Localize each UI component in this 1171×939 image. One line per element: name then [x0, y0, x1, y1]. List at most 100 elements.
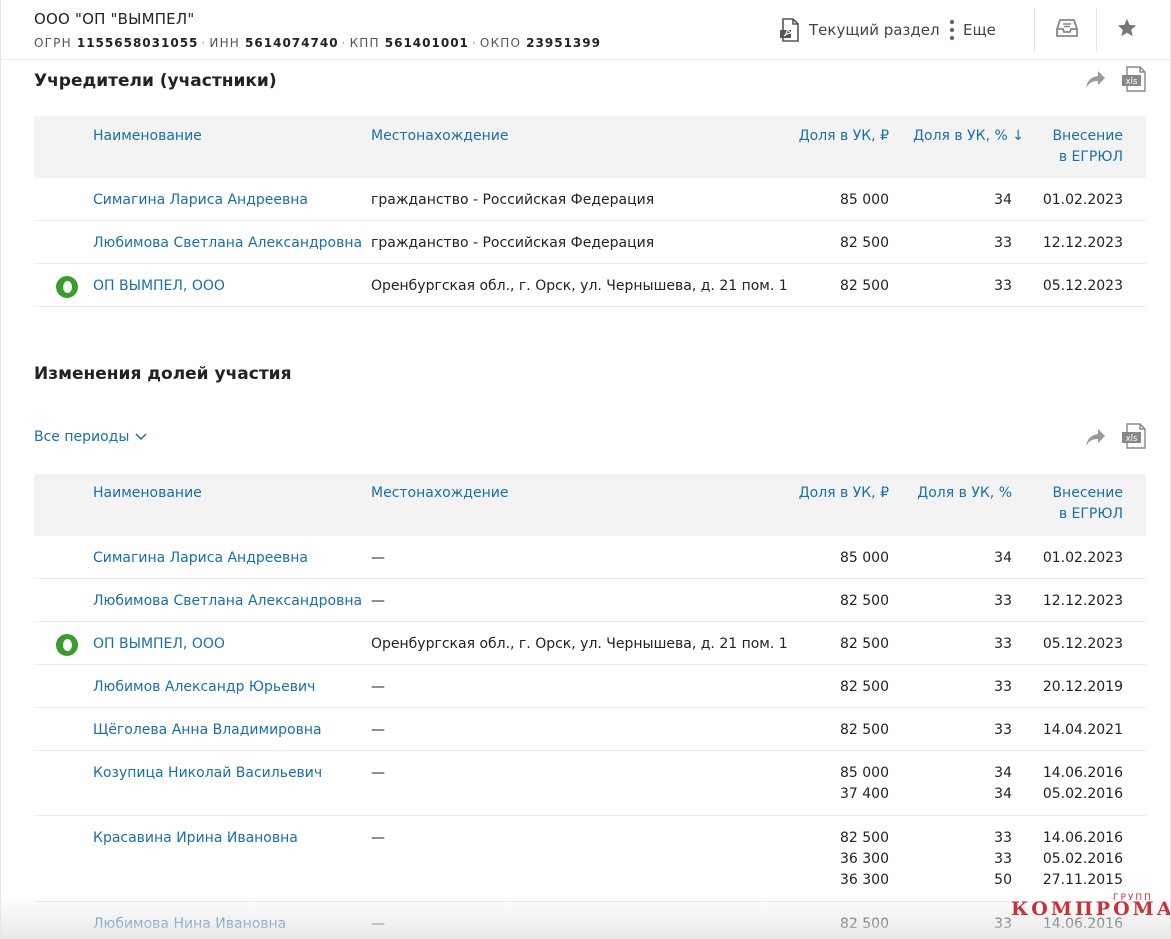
- inbox-button[interactable]: [1050, 14, 1084, 46]
- participant-location: —: [371, 550, 385, 566]
- participant-name-link[interactable]: ОП ВЫМПЕЛ, ООО: [93, 634, 225, 655]
- watermark: КОМПРОМАТ: [1011, 898, 1170, 920]
- header-divider: [1034, 8, 1035, 52]
- more-vertical-icon: [949, 19, 955, 41]
- col-name[interactable]: Наименование: [93, 483, 202, 504]
- period-select[interactable]: Все периоды: [34, 429, 147, 445]
- participant-name-link[interactable]: Козупица Николай Васильевич: [93, 763, 322, 784]
- changes-title: Изменения долей участия: [34, 364, 292, 384]
- col-date[interactable]: Внесение в ЕГРЮЛ: [1003, 483, 1123, 525]
- table-row: Красавина Ирина Ивановна —82 500 33 14.06.2…: [34, 816, 1146, 902]
- company-name: ООО "ОП "ВЫМПЕЛ": [34, 10, 195, 28]
- participant-location: гражданство - Российская Федерация: [371, 192, 655, 208]
- founders-xls-button[interactable]: xls: [1121, 66, 1147, 96]
- registry-date: 14.06.2016: [1042, 765, 1123, 781]
- col-location[interactable]: Местонахождение: [371, 126, 508, 147]
- okpo-label: ОКПО: [479, 36, 522, 50]
- header-divider: [1096, 8, 1097, 52]
- col-name[interactable]: Наименование: [93, 126, 202, 147]
- col-location[interactable]: Местонахождение: [371, 483, 508, 504]
- share-rub-value: 37 400: [840, 786, 889, 802]
- period-select-label: Все периоды: [34, 429, 130, 445]
- table-row: Козупица Николай Васильевич —85 000 34 14.0…: [34, 751, 1146, 816]
- pdf-icon: [779, 18, 801, 42]
- registry-date: 27.11.2015: [1042, 872, 1123, 888]
- share-rub-value: 36 300: [840, 851, 889, 867]
- table-row: Любимова Нина Ивановна —82 500 33 14.06.201…: [34, 902, 1146, 939]
- pdf-current-section-button[interactable]: Текущий раздел: [779, 14, 940, 46]
- participant-location: —: [371, 765, 385, 781]
- founders-table-header: Наименование Местонахождение Доля в УК, …: [34, 116, 1146, 178]
- changes-table-header: Наименование Местонахождение Доля в УК, …: [34, 474, 1146, 536]
- col-date[interactable]: Внесение в ЕГРЮЛ: [1003, 126, 1123, 168]
- chevron-down-icon: [129, 429, 147, 445]
- participant-name-link[interactable]: Симагина Лариса Андреевна: [93, 548, 308, 569]
- changes-xls-button[interactable]: xls: [1121, 423, 1147, 453]
- xls-icon: xls: [1121, 66, 1147, 96]
- svg-text:xls: xls: [1126, 434, 1138, 444]
- share-rub-value: 85 000: [840, 765, 889, 781]
- participant-location: —: [371, 830, 385, 846]
- company-header: ООО "ОП "ВЫМПЕЛ" ОГРН 1155658031055 · ИНН …: [1, 0, 1170, 60]
- participant-name-link[interactable]: Симагина Лариса Андреевна: [93, 190, 308, 211]
- org-status-icon: [56, 634, 78, 656]
- participant-name-link[interactable]: Любимова Светлана Александровна: [93, 233, 362, 254]
- more-button[interactable]: Еще: [949, 14, 996, 46]
- share-rub-value: 82 500: [840, 278, 889, 294]
- share-arrow-icon: [1085, 69, 1107, 93]
- kpp-label: КПП: [349, 36, 380, 50]
- share-rub-value: 85 000: [840, 550, 889, 566]
- participant-name-link[interactable]: ОП ВЫМПЕЛ, ООО: [93, 276, 225, 297]
- share-rub-value: 82 500: [840, 916, 889, 932]
- participant-name-link[interactable]: Любимова Светлана Александровна: [93, 591, 362, 612]
- inn-value: 5614074740: [245, 36, 339, 50]
- founders-share-button[interactable]: [1084, 70, 1108, 92]
- participant-location: гражданство - Российская Федерация: [371, 235, 655, 251]
- table-row: ОП ВЫМПЕЛ, ООО Оренбургская обл., г. Орск…: [34, 622, 1146, 665]
- xls-icon: xls: [1121, 423, 1147, 453]
- table-row: ОП ВЫМПЕЛ, ООО Оренбургская обл., г. Орск…: [34, 264, 1146, 307]
- participant-name-link[interactable]: Щёголева Анна Владимировна: [93, 720, 322, 741]
- participant-location: —: [371, 722, 385, 738]
- registry-date: 14.06.2016: [1042, 830, 1123, 846]
- col-share-rub[interactable]: Доля в УК, ₽: [769, 483, 889, 504]
- more-button-label: Еще: [963, 21, 996, 39]
- registry-date: 05.12.2023: [1042, 636, 1123, 652]
- registry-date: 05.12.2023: [1042, 278, 1123, 294]
- participant-location: Оренбургская обл., г. Орск, ул. Чернышев…: [371, 636, 788, 652]
- table-row: Симагина Лариса Андреевна —85 000 34 01.02.…: [34, 536, 1146, 579]
- registry-date: 12.12.2023: [1042, 235, 1123, 251]
- okpo-value: 23951399: [526, 36, 601, 50]
- company-ids: ОГРН 1155658031055 · ИНН 5614074740 · КПП 56…: [34, 36, 601, 50]
- participant-location: —: [371, 679, 385, 695]
- participant-name-link[interactable]: Любимова Нина Ивановна: [93, 914, 286, 935]
- table-row: Любимова Светлана Александровна гражданст…: [34, 221, 1146, 264]
- col-share-rub[interactable]: Доля в УК, ₽: [769, 126, 889, 147]
- changes-share-button[interactable]: [1084, 428, 1108, 450]
- share-rub-value: 82 500: [840, 235, 889, 251]
- share-rub-value: 82 500: [840, 722, 889, 738]
- col-date-line1: Внесение: [1052, 485, 1123, 501]
- participant-name-link[interactable]: Любимов Александр Юрьевич: [93, 677, 315, 698]
- registry-date: 01.02.2023: [1042, 192, 1123, 208]
- col-date-line2: в ЕГРЮЛ: [1058, 149, 1123, 165]
- ogrn-value: 1155658031055: [76, 36, 199, 50]
- participant-location: —: [371, 593, 385, 609]
- inn-label: ИНН: [209, 36, 241, 50]
- org-status-icon: [56, 276, 78, 298]
- share-rub-value: 36 300: [840, 872, 889, 888]
- table-row: Любимов Александр Юрьевич —82 500 33 20.12.…: [34, 665, 1146, 708]
- inbox-icon: [1056, 18, 1078, 42]
- favorite-button[interactable]: [1110, 14, 1144, 46]
- col-share-pct[interactable]: Доля в УК, %: [892, 483, 1012, 504]
- registry-date: 05.02.2016: [1042, 786, 1123, 802]
- table-row: Любимова Светлана Александровна —82 500 33…: [34, 579, 1146, 622]
- participant-name-link[interactable]: Красавина Ирина Ивановна: [93, 828, 298, 849]
- registry-date: 12.12.2023: [1042, 593, 1123, 609]
- col-date-line2: в ЕГРЮЛ: [1058, 506, 1123, 522]
- registry-date: 05.02.2016: [1042, 851, 1123, 867]
- share-rub-value: 82 500: [840, 636, 889, 652]
- participant-location: Оренбургская обл., г. Орск, ул. Чернышев…: [371, 278, 788, 294]
- share-rub-value: 82 500: [840, 679, 889, 695]
- share-arrow-icon: [1085, 427, 1107, 451]
